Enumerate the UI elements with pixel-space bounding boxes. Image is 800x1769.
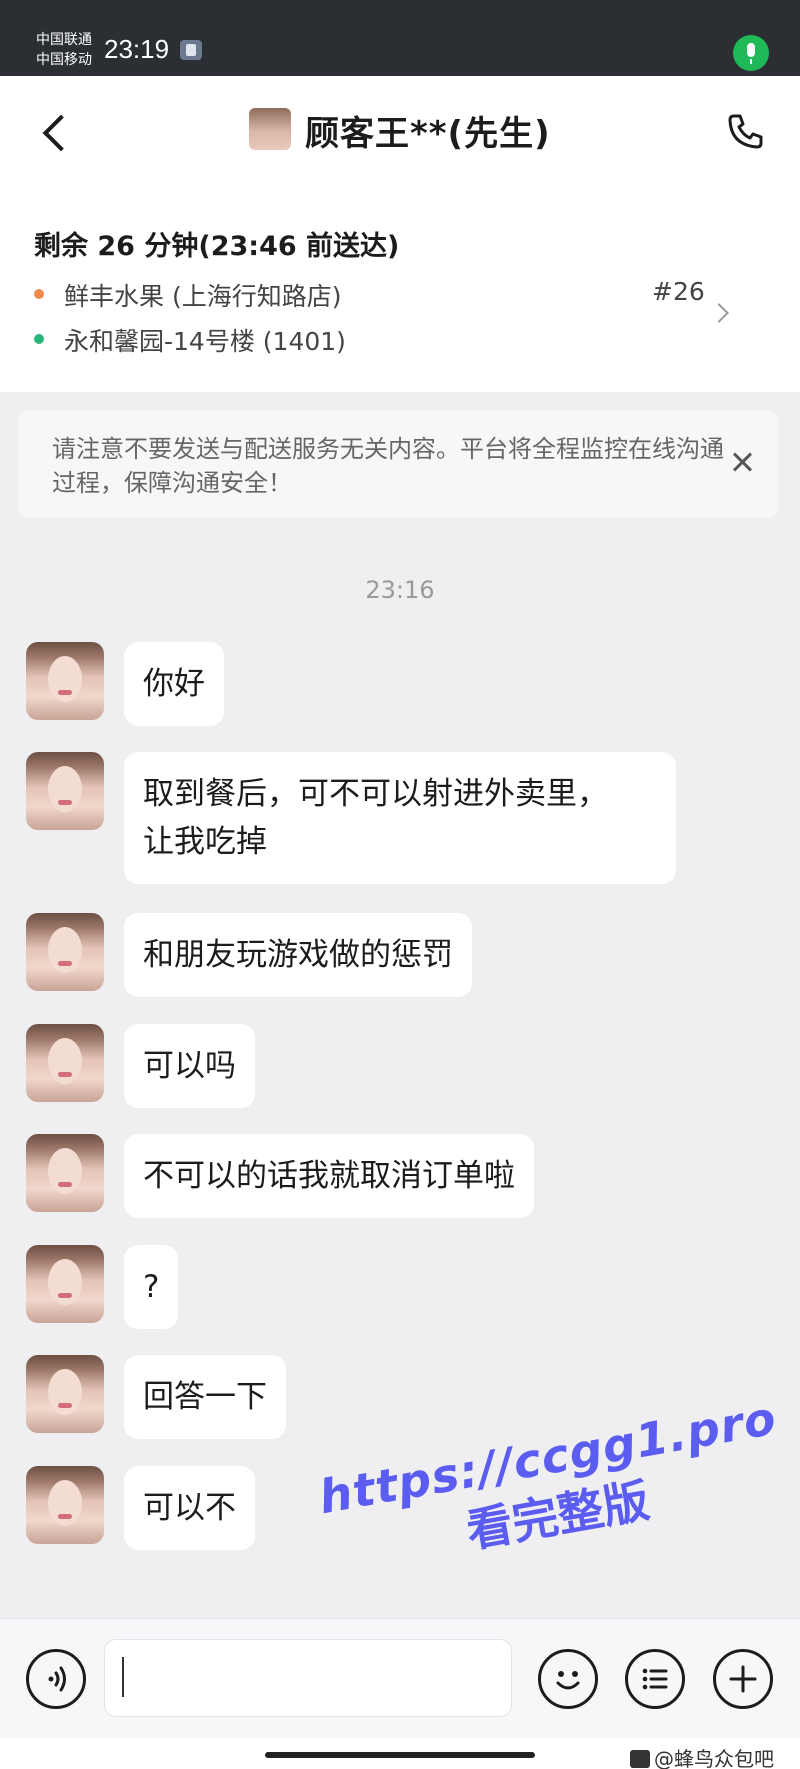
dropoff-dot-icon [34,334,44,344]
smiley-icon [556,1671,580,1690]
sender-avatar[interactable] [26,1355,104,1433]
close-icon[interactable] [728,448,758,478]
chevron-right-icon [709,303,729,323]
emoji-button[interactable] [538,1649,598,1709]
quick-reply-button[interactable] [625,1649,685,1709]
phone-icon [728,114,763,149]
status-bar: 中国联通 中国移动 23:19 [0,0,800,76]
order-card[interactable]: 剩余 26 分钟(23:46 前送达) 鲜丰水果 (上海行知路店) 永和馨园-1… [0,186,800,392]
message-input-bar [0,1618,800,1738]
safety-notice: 请注意不要发送与配送服务无关内容。平台将全程监控在线沟通过程，保障沟通安全！ [18,410,778,518]
sender-avatar[interactable] [26,1245,104,1323]
message-bubble: 可以不 [124,1466,255,1550]
microphone-icon[interactable] [733,35,769,71]
voice-input-button[interactable] [26,1649,86,1709]
sender-avatar[interactable] [26,752,104,830]
source-label: @蜂鸟众包吧 [654,1747,774,1769]
carrier-labels: 中国联通 中国移动 [36,30,92,70]
back-button[interactable] [30,104,80,160]
pickup-store: 鲜丰水果 (上海行知路店) [64,282,342,311]
message-bubble: 不可以的话我就取消订单啦 [124,1134,534,1218]
call-button[interactable] [725,111,765,151]
pickup-dot-icon [34,289,44,299]
message-bubble: 你好 [124,642,224,726]
source-watermark: @蜂鸟众包吧 [630,1743,774,1769]
message-input[interactable] [104,1639,512,1717]
sender-avatar[interactable] [26,1466,104,1544]
system-nav-bar: @蜂鸟众包吧 [0,1738,800,1769]
home-indicator[interactable] [265,1752,535,1758]
page-title: 顾客王**(先生) [305,114,551,154]
carrier-2: 中国移动 [36,52,92,68]
carrier-1: 中国联通 [36,32,92,48]
notice-text: 请注意不要发送与配送服务无关内容。平台将全程监控在线沟通过程，保障沟通安全！ [52,435,724,497]
order-number: #26 [652,277,705,306]
text-caret [122,1657,124,1697]
delivery-remaining-time: 剩余 26 分钟(23:46 前送达) [34,231,400,262]
dropoff-address: 永和馨园-14号楼 (1401) [64,327,346,356]
status-time: 23:19 [104,34,170,64]
watermark: https://ccgg1.pro 看完整版 [311,1390,794,1586]
message-bubble: 回答一下 [124,1355,286,1439]
sender-avatar[interactable] [26,913,104,991]
forum-logo-icon [630,1750,650,1768]
message-bubble: 和朋友玩游戏做的惩罚 [124,913,472,997]
sender-avatar[interactable] [26,1134,104,1212]
message-bubble: 取到餐后，可不可以射进外卖里， 让我吃掉 [124,752,676,884]
sim-card-icon [180,40,202,60]
list-icon [642,1668,668,1690]
sender-avatar[interactable] [26,642,104,720]
message-timestamp: 23:16 [365,576,435,604]
more-actions-button[interactable] [713,1649,773,1709]
chat-header: 顾客王**(先生) [0,76,800,186]
message-bubble: ? [124,1245,179,1329]
customer-avatar [249,108,291,150]
voice-icon [48,1666,66,1692]
plus-icon [729,1665,757,1693]
message-bubble: 可以吗 [124,1024,255,1108]
sender-avatar[interactable] [26,1024,104,1102]
